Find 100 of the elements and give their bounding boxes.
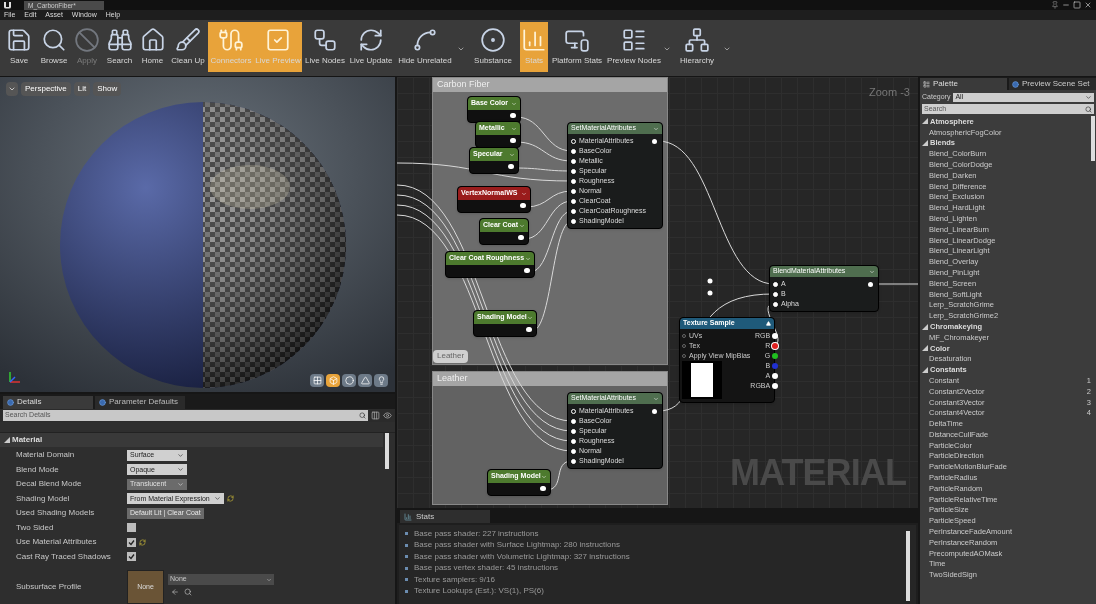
- caret-icon[interactable]: [663, 45, 671, 53]
- output-pin[interactable]: [772, 383, 779, 389]
- toolbar-button[interactable]: Hierarchy: [672, 22, 722, 72]
- toolbar-button[interactable]: Live Nodes: [302, 22, 348, 72]
- panel-tab[interactable]: Stats: [400, 510, 490, 523]
- stat-line: Base pass shader with Surface Lightmap: 280 instructions: [414, 539, 620, 552]
- caret-icon[interactable]: [457, 45, 465, 53]
- refresh-icon: [358, 27, 384, 53]
- no-entry-icon: [74, 27, 100, 53]
- caret-icon[interactable]: [723, 45, 731, 53]
- panel-tab[interactable]: Parameter Defaults: [95, 396, 185, 409]
- save-icon: [6, 27, 32, 53]
- output-pin[interactable]: [540, 486, 546, 491]
- show-button[interactable]: Show: [93, 82, 122, 96]
- property-label: Shading Model: [15, 492, 71, 505]
- caret-icon: [527, 314, 533, 321]
- comment-label[interactable]: Leather: [433, 350, 469, 363]
- caret-icon: [653, 125, 659, 132]
- panel-tab[interactable]: Preview Scene Set: [1009, 78, 1096, 90]
- reset-icon[interactable]: [139, 538, 146, 546]
- caret-icon: [8, 85, 16, 93]
- preview-shape-button[interactable]: [310, 374, 324, 387]
- preview-shape-button[interactable]: [342, 374, 356, 387]
- scrollbar[interactable]: [385, 433, 389, 469]
- axis-icon: [8, 370, 22, 384]
- preview-shape-button[interactable]: [358, 374, 372, 387]
- pin-icon[interactable]: [1051, 1, 1059, 9]
- expanded-icon[interactable]: [922, 345, 928, 352]
- output-pin[interactable]: [520, 203, 526, 208]
- panel-tab[interactable]: Palette: [920, 78, 1007, 90]
- panel-tab[interactable]: Details: [3, 396, 93, 409]
- stat-line: Base pass vertex shader: 45 instructions: [414, 562, 559, 575]
- bullet-icon: [405, 555, 408, 559]
- bar-chart-icon: [521, 27, 547, 53]
- bullet-icon: [405, 566, 408, 570]
- section-header[interactable]: Material: [12, 434, 43, 446]
- output-pin[interactable]: [518, 235, 524, 240]
- toolbar-button[interactable]: Save: [2, 22, 36, 72]
- property-checkbox[interactable]: [127, 523, 136, 533]
- toolbar-button[interactable]: Search: [102, 22, 137, 72]
- output-pin[interactable]: [772, 373, 779, 379]
- logo-icon: [3, 1, 12, 9]
- output-pin[interactable]: [652, 408, 657, 414]
- output-pin[interactable]: [510, 113, 516, 118]
- view-mode-button[interactable]: Perspective: [21, 82, 71, 96]
- toolbar-button[interactable]: Clean Up: [168, 22, 208, 72]
- output-pin[interactable]: [508, 164, 514, 169]
- preview-shape-button[interactable]: [374, 374, 388, 387]
- preview-shape-button[interactable]: [326, 374, 340, 387]
- caret-icon: [213, 495, 221, 503]
- bullet-icon: [405, 532, 408, 536]
- output-pin[interactable]: [868, 281, 873, 287]
- toolbar-button[interactable]: Substance: [466, 22, 520, 72]
- output-pin[interactable]: [652, 138, 657, 144]
- toolbar-button[interactable]: Platform Stats: [548, 22, 606, 72]
- caret-icon: [1085, 94, 1092, 101]
- comment-title: Carbon Fiber: [433, 78, 667, 92]
- circle-icon: [480, 27, 506, 53]
- caret-icon: [519, 222, 525, 229]
- scrollbar[interactable]: [906, 531, 910, 601]
- cable-icon: [218, 27, 244, 53]
- columns-icon[interactable]: [371, 410, 380, 420]
- comment-title: Leather: [433, 372, 667, 386]
- toolbar-button[interactable]: Hide Unrelated: [394, 22, 456, 72]
- eye-icon[interactable]: [383, 410, 392, 420]
- binoculars-icon: [106, 27, 133, 53]
- list-icon: [923, 80, 930, 88]
- toolbar-button[interactable]: Live Update: [348, 22, 394, 72]
- toolbar-button[interactable]: Home: [137, 22, 168, 72]
- property-label: Cast Ray Traced Shadows: [15, 550, 112, 563]
- expanded-icon[interactable]: [922, 140, 928, 146]
- scrollbar[interactable]: [1091, 116, 1095, 161]
- output-pin[interactable]: [510, 138, 516, 143]
- toolbar-button[interactable]: Preview Nodes: [606, 22, 662, 72]
- list-icon: [621, 27, 647, 53]
- caret-icon: [509, 151, 515, 158]
- caret-icon: [511, 100, 517, 107]
- maximize-icon[interactable]: [1073, 1, 1081, 9]
- output-pin[interactable]: [772, 333, 779, 339]
- search-icon: [1085, 105, 1092, 113]
- expanded-icon[interactable]: [922, 323, 928, 330]
- toolbar-button[interactable]: Browse: [36, 22, 72, 72]
- stat-line: Texture samplers: 9/16: [414, 573, 495, 586]
- expanded-icon[interactable]: [4, 437, 10, 443]
- property-checkbox[interactable]: [127, 537, 136, 547]
- chart-icon: [404, 512, 412, 521]
- search-icon: [41, 27, 67, 53]
- bullet-icon: [405, 589, 408, 593]
- viewport-menu-button[interactable]: [6, 82, 18, 96]
- close-icon[interactable]: [1084, 1, 1092, 9]
- expanded-icon[interactable]: [922, 118, 928, 125]
- caret-icon: [653, 395, 659, 402]
- texture-preview: [682, 361, 722, 399]
- output-pin[interactable]: [772, 353, 779, 359]
- output-pin[interactable]: [526, 327, 532, 332]
- search-icon: [359, 411, 366, 419]
- output-pin[interactable]: [524, 268, 530, 273]
- reset-icon[interactable]: [226, 495, 234, 503]
- property-checkbox[interactable]: [127, 552, 136, 562]
- expanded-icon[interactable]: [922, 366, 928, 373]
